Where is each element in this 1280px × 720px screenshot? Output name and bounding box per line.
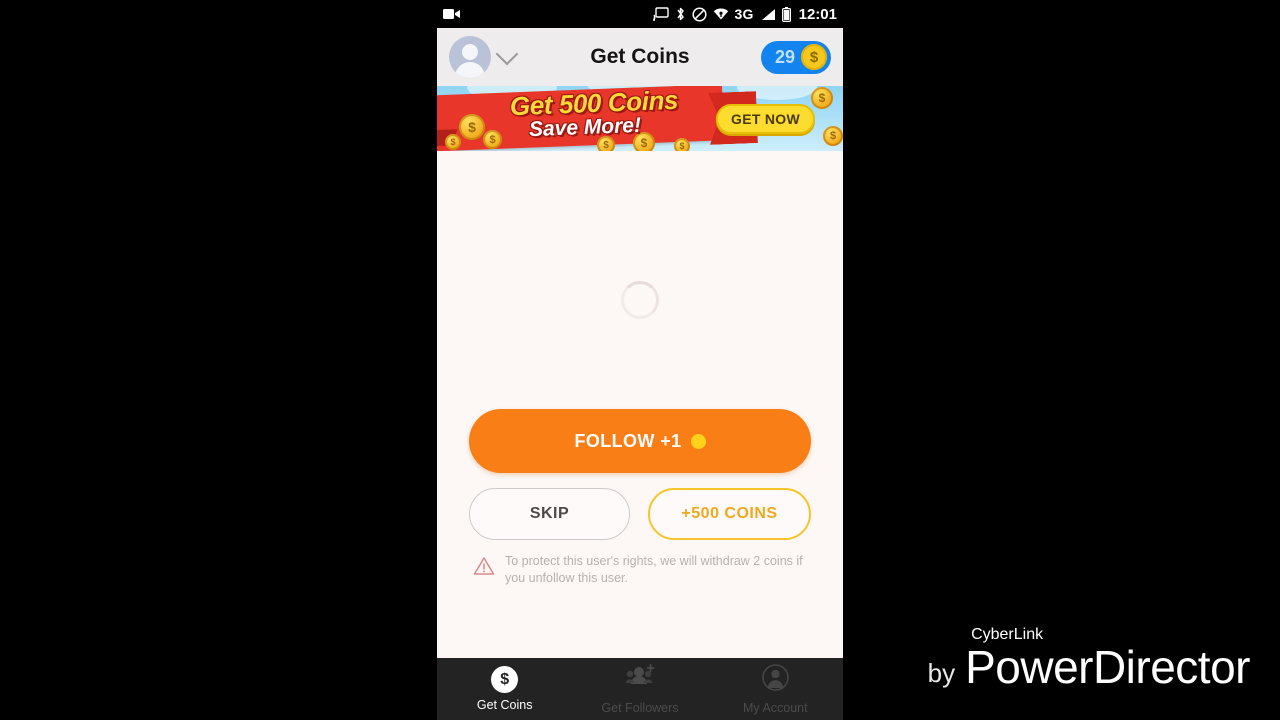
screen-recording-frame: 3G 12:01 Get Coins 29 $ $ $ $ $ $ $ $ $ …: [0, 0, 1280, 720]
app-header: Get Coins 29 $: [437, 28, 843, 86]
profile-selector[interactable]: [449, 36, 519, 78]
nav-tab-my-account-label: My Account: [743, 700, 808, 715]
coin-balance-count: 29: [774, 46, 795, 67]
chevron-down-icon[interactable]: [495, 42, 519, 65]
camcorder-icon: [443, 8, 461, 20]
unfollow-warning: To protect this user's rights, we will w…: [469, 553, 811, 587]
coin-balance-badge[interactable]: 29 $: [760, 40, 831, 74]
follow-button-label: FOLLOW +1: [574, 430, 682, 451]
secondary-actions-row: SKIP +500 COINS: [469, 488, 811, 541]
coin-dollar-icon: $: [491, 666, 519, 693]
wifi-icon: [713, 7, 729, 21]
signal-bars-icon: [760, 8, 776, 21]
do-not-disturb-icon: [691, 6, 707, 22]
content-area: FOLLOW +1 SKIP +500 COINS To protect thi…: [437, 151, 843, 595]
battery-icon: [781, 6, 791, 22]
watermark-product: PowerDirector: [965, 641, 1250, 693]
unfollow-warning-text: To protect this user's rights, we will w…: [505, 554, 803, 586]
cast-icon: [652, 7, 669, 21]
avatar-body: [455, 62, 485, 78]
android-status-bar: 3G 12:01: [437, 0, 843, 28]
avatar-head: [462, 44, 478, 60]
follow-button[interactable]: FOLLOW +1: [469, 409, 811, 474]
nav-tab-get-coins-label: Get Coins: [476, 698, 533, 712]
nav-tab-get-coins[interactable]: $ Get Coins: [437, 658, 572, 720]
coin-icon: [690, 433, 706, 449]
promo-banner[interactable]: $ $ $ $ $ $ $ $ Get 500 Coins Save More!…: [437, 86, 843, 151]
bluetooth-icon: [675, 6, 686, 22]
phone-viewport: 3G 12:01 Get Coins 29 $ $ $ $ $ $ $ $ $ …: [437, 0, 843, 720]
bottom-navigation: $ Get Coins Get Followers My Account: [437, 658, 843, 720]
watermark-by: by: [927, 658, 956, 688]
coin-icon: $: [811, 87, 833, 109]
nav-tab-get-followers-label: Get Followers: [601, 700, 679, 715]
coin-icon: $: [823, 126, 843, 146]
skip-button[interactable]: SKIP: [469, 488, 630, 541]
action-panel: FOLLOW +1 SKIP +500 COINS To protect thi…: [437, 409, 843, 595]
add-people-icon: [625, 663, 655, 696]
warning-triangle-icon: [473, 556, 495, 581]
nav-tab-my-account[interactable]: My Account: [708, 658, 843, 720]
loading-spinner: [621, 281, 659, 319]
coin-icon: $: [674, 138, 690, 151]
get-coins-button[interactable]: +500 COINS: [648, 488, 811, 541]
coin-dollar-icon: $: [801, 44, 827, 70]
powerdirector-watermark: by CyberLink PowerDirector: [927, 627, 1251, 693]
network-type-label: 3G: [734, 6, 754, 22]
get-now-button[interactable]: GET NOW: [716, 104, 815, 134]
avatar[interactable]: [449, 36, 491, 78]
status-bar-clock: 12:01: [798, 5, 837, 23]
account-circle-icon: [762, 663, 789, 696]
nav-tab-get-followers[interactable]: Get Followers: [572, 658, 707, 720]
